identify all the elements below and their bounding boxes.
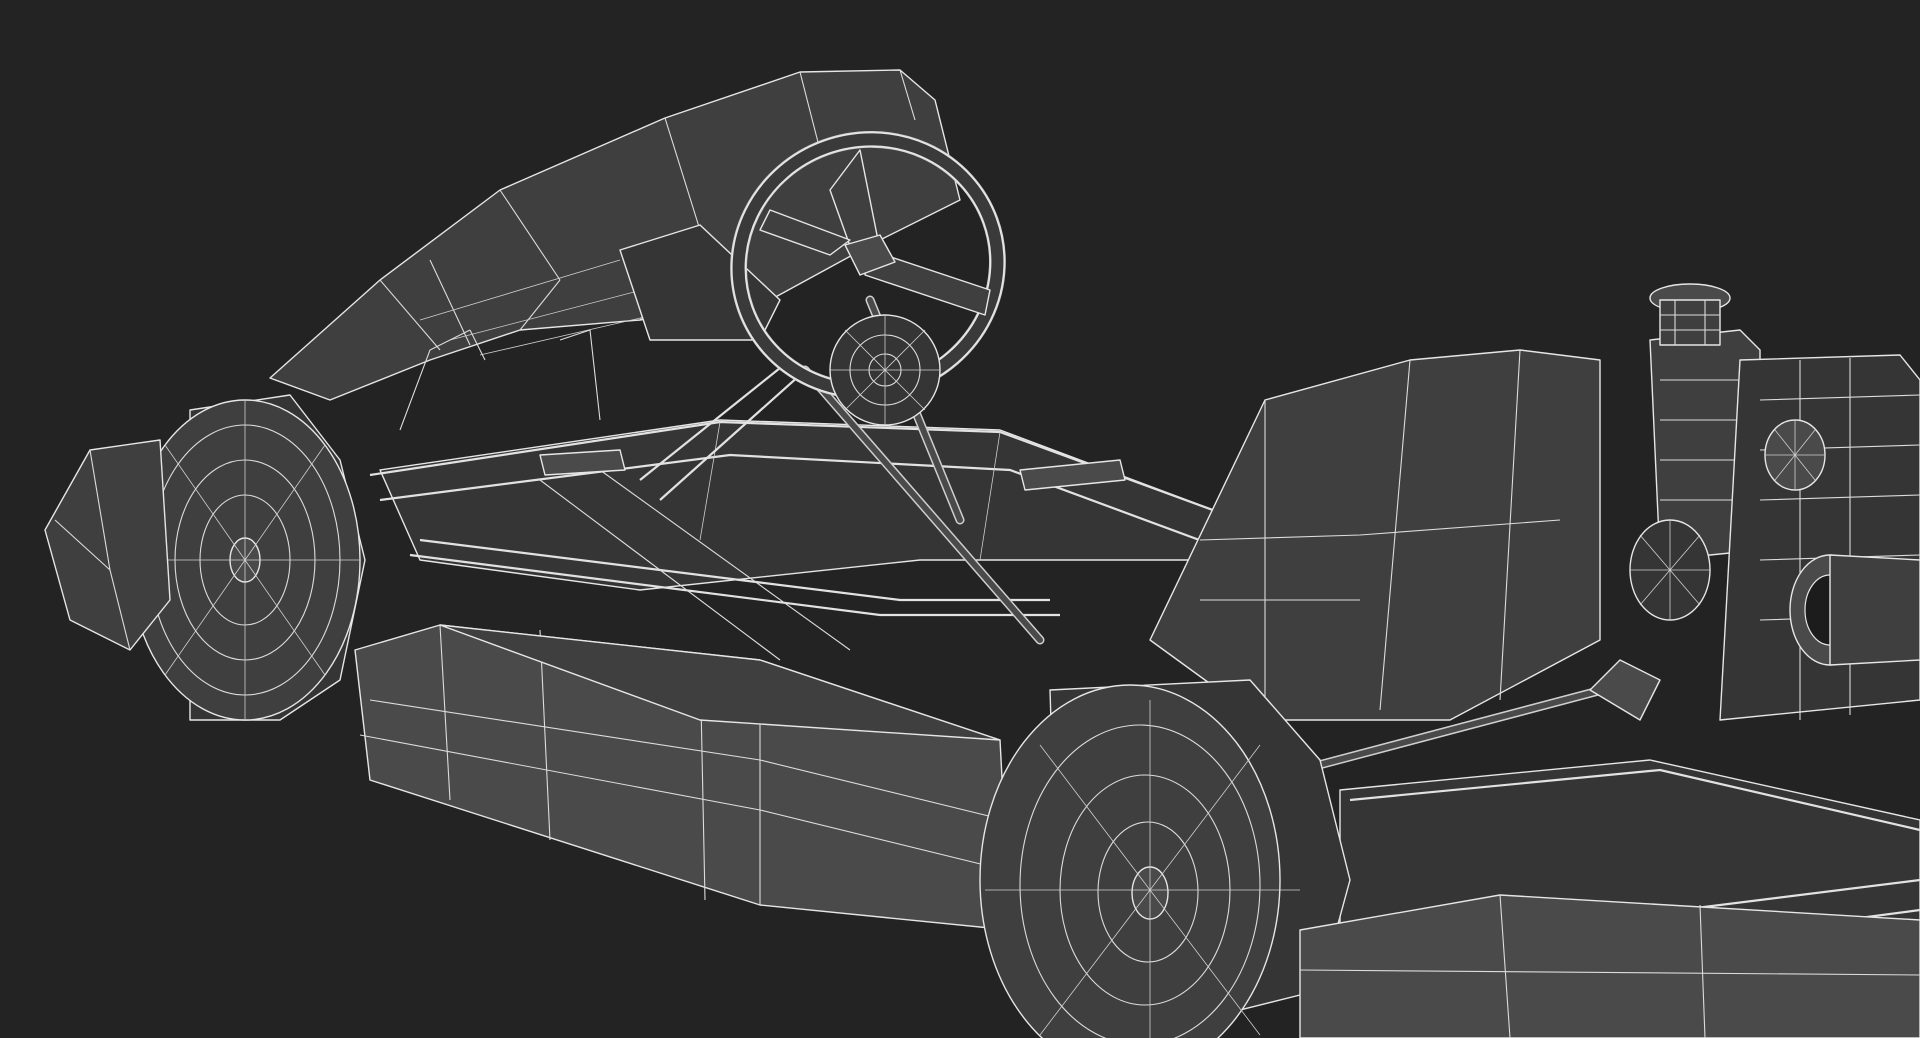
kart-wireframe-scene bbox=[44, 69, 1920, 1038]
rear-left-wheel bbox=[979, 679, 1351, 1038]
right-side-pod bbox=[1299, 894, 1920, 1038]
engine-fuel-cap bbox=[1649, 283, 1731, 346]
left-side-pod bbox=[354, 624, 1011, 931]
rear-body-panel bbox=[1149, 349, 1601, 721]
front-left-bumper bbox=[44, 439, 171, 651]
engine-block bbox=[1629, 329, 1920, 721]
